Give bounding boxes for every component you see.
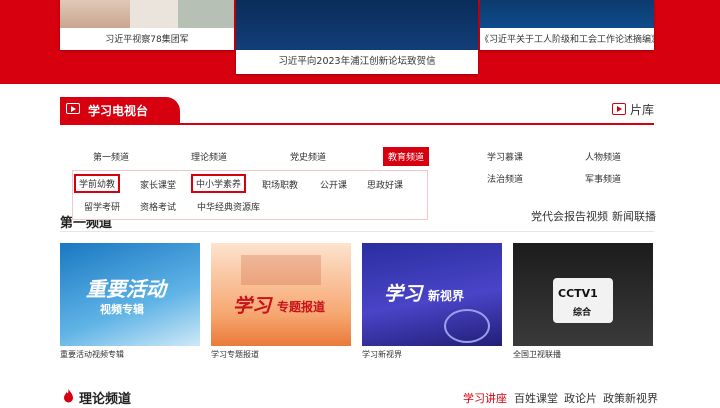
sub-channel-qualification[interactable]: 资格考试 [140, 200, 176, 213]
video-thumb-4[interactable]: CCTV1 综合 [513, 243, 653, 346]
news-card-image [60, 0, 234, 28]
video-thumb-subtitle: 综合 [573, 308, 592, 318]
section-divider [60, 231, 654, 232]
video-caption-2[interactable]: 学习专题报道 [211, 349, 259, 360]
video-thumb-title: 学习 [233, 295, 272, 317]
tv-title-tab[interactable]: 学习电视台 [60, 97, 180, 123]
theory-link-public-class[interactable]: 百姓课堂 [514, 390, 558, 406]
video-thumb-title: CCTV1 [558, 287, 598, 300]
section-link-report[interactable]: 党代会报告视频 [531, 208, 608, 224]
news-card-caption: 习近平向2023年浦江创新论坛致贺信 [278, 56, 436, 67]
theory-link-policy[interactable]: 政策新视界 [603, 390, 658, 406]
tv-title: 学习电视台 [88, 104, 149, 118]
theory-link-political-film[interactable]: 政论片 [564, 390, 597, 406]
sub-channel-study-abroad[interactable]: 留学考研 [84, 200, 120, 213]
tv-section-header: 学习电视台 片库 [60, 97, 654, 125]
video-thumb-subtitle: 新视界 [428, 289, 465, 303]
flame-icon [64, 389, 73, 403]
tv-icon [66, 103, 80, 114]
video-library-icon [612, 103, 626, 115]
channel-tab-law[interactable]: 法治频道 [487, 172, 523, 185]
news-card-3[interactable]: 《习近平关于工人阶级和工会工作论述摘编》... [480, 0, 654, 50]
channel-tab-people[interactable]: 人物频道 [585, 150, 621, 163]
library-label: 片库 [630, 103, 655, 117]
library-link[interactable]: 片库 [612, 101, 654, 119]
sub-channel-k12[interactable]: 中小学素养 [191, 174, 247, 193]
sub-channel-open-course[interactable]: 公开课 [320, 178, 347, 191]
channel-tab-mooc[interactable]: 学习慕课 [487, 150, 523, 163]
video-thumb-title: 重要活动 [86, 277, 166, 301]
video-thumb-subtitle: 视频专辑 [100, 303, 144, 316]
theory-link-lectures[interactable]: 学习讲座 [463, 390, 507, 406]
video-caption-3[interactable]: 学习新视界 [362, 349, 402, 360]
sub-channel-parents[interactable]: 家长课堂 [140, 178, 176, 191]
news-card-caption: 《习近平关于工人阶级和工会工作论述摘编》... [480, 35, 654, 45]
channel-tab-theory[interactable]: 理论频道 [191, 150, 227, 163]
sub-channel-vocational[interactable]: 职场职教 [262, 178, 298, 191]
sub-channel-ideology[interactable]: 思政好课 [367, 178, 403, 191]
news-card-image [236, 0, 478, 50]
video-thumb-2[interactable]: 学习 专题报道 [211, 243, 351, 346]
section-link-news[interactable]: 新闻联播 [612, 208, 656, 224]
sub-channel-classics[interactable]: 中华经典资源库 [197, 200, 260, 213]
news-card-2[interactable]: 习近平向2023年浦江创新论坛致贺信 [236, 0, 478, 74]
channel-tab-first[interactable]: 第一频道 [93, 150, 129, 163]
news-card-image [480, 0, 654, 28]
channel-tab-education[interactable]: 教育频道 [383, 147, 430, 166]
sub-channel-preschool[interactable]: 学前幼教 [74, 174, 121, 193]
channel-tab-military[interactable]: 军事频道 [585, 172, 621, 185]
theory-channel-title: 理论频道 [79, 392, 132, 407]
channel-tab-party-history[interactable]: 党史频道 [290, 150, 326, 163]
video-caption-1[interactable]: 重要活动视频专辑 [60, 349, 124, 360]
news-card-1[interactable]: 习近平视察78集团军 [60, 0, 234, 50]
news-card-caption: 习近平视察78集团军 [105, 35, 189, 45]
video-thumb-subtitle: 专题报道 [277, 300, 326, 314]
video-caption-4[interactable]: 全国卫视联播 [513, 349, 561, 360]
video-thumb-title: 学习 [384, 283, 423, 305]
video-thumb-3[interactable]: 学习 新视界 [362, 243, 502, 346]
video-thumb-1[interactable]: 重要活动 视频专辑 [60, 243, 200, 346]
